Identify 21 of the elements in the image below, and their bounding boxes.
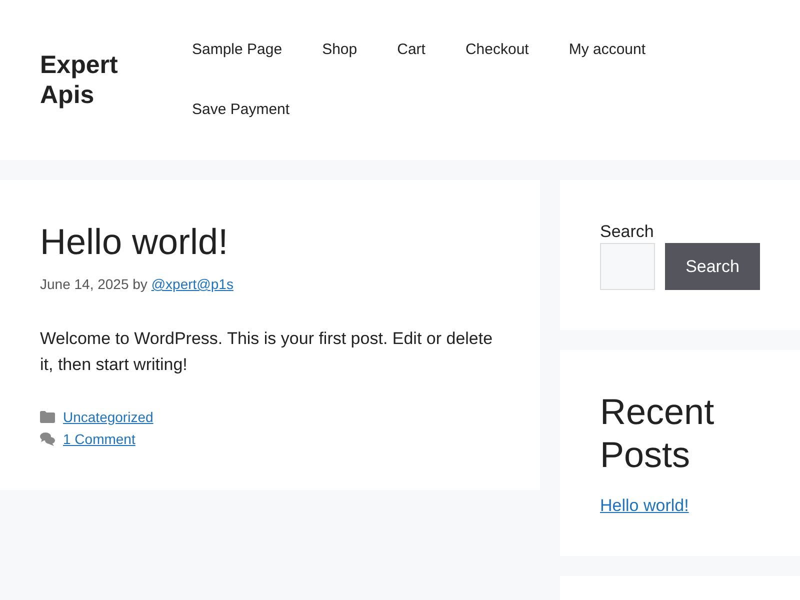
nav-link[interactable]: Checkout	[445, 20, 549, 80]
search-field[interactable]	[600, 243, 655, 290]
nav-link[interactable]: Shop	[302, 20, 378, 80]
comments-link[interactable]: 1 Comment	[63, 428, 136, 450]
nav-link[interactable]: Cart	[377, 20, 446, 80]
nav-link[interactable]: My account	[548, 20, 666, 80]
site-title[interactable]: Expert Apis	[40, 50, 150, 110]
search-label: Search	[600, 221, 655, 243]
widget-title: Recent Posts	[600, 390, 716, 476]
category-link[interactable]: Uncategorized	[63, 406, 154, 428]
post-body: Welcome to WordPress. This is your first post. Edit or delete it, then start writing!	[40, 328, 494, 376]
nav-link[interactable]: Sample Page	[172, 20, 302, 80]
post-title: Hello world!	[40, 220, 230, 264]
comments-icon	[40, 432, 55, 446]
folder-icon	[40, 411, 55, 423]
recent-post-link[interactable]: Hello world!	[600, 496, 689, 515]
post-date: June 14, 2025	[40, 276, 129, 292]
byline-text: by	[132, 276, 148, 292]
author-link[interactable]: @xpert@p1s	[151, 276, 234, 292]
search-button[interactable]: Search	[665, 243, 760, 290]
nav-link[interactable]: Save Payment	[172, 80, 310, 140]
